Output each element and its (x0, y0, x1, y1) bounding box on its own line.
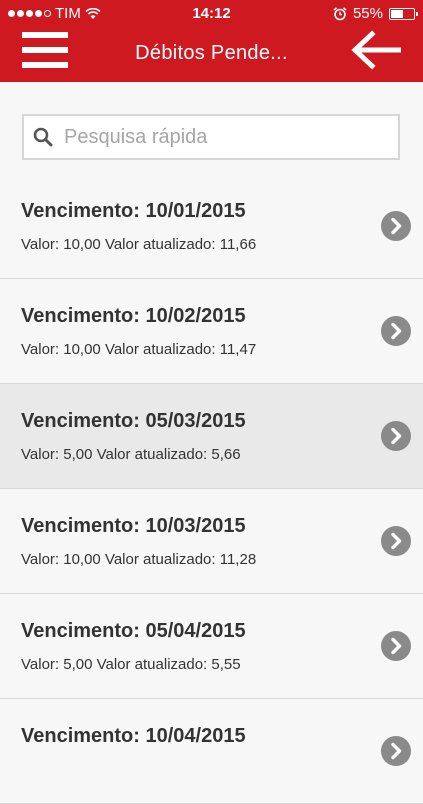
item-values: Valor: 10,00 Valor atualizado: 11,47 (21, 341, 257, 358)
search-input[interactable] (62, 124, 386, 150)
page-title: Débitos Pende... (135, 42, 288, 64)
alarm-clock-icon (333, 6, 347, 20)
chevron-right-icon (381, 421, 411, 451)
chevron-right-icon (381, 526, 411, 556)
status-right: 55% (333, 5, 418, 22)
battery-icon (389, 7, 418, 20)
list-item[interactable]: Vencimento: 10/01/2015 Valor: 10,00 Valo… (0, 174, 423, 279)
chevron-right-icon (381, 631, 411, 661)
item-values: Valor: 10,00 Valor atualizado: 11,28 (21, 551, 257, 568)
item-values: Valor: 10,00 Valor atualizado: 11,66 (21, 236, 257, 253)
chevron-right-icon (381, 316, 411, 346)
item-due-date: Vencimento: 05/04/2015 (21, 620, 246, 642)
chevron-right-icon (381, 736, 411, 766)
arrow-left-icon (351, 30, 402, 70)
menu-button[interactable] (22, 32, 68, 68)
item-due-date: Vencimento: 10/02/2015 (21, 305, 246, 327)
list-item[interactable]: Vencimento: 10/03/2015 Valor: 10,00 Valo… (0, 489, 423, 594)
debts-list: Vencimento: 10/01/2015 Valor: 10,00 Valo… (0, 174, 423, 804)
battery-percent: 55% (352, 5, 383, 22)
app-header: TIM 14:12 55% Débitos Pende... (0, 0, 423, 82)
list-item[interactable]: Vencimento: 05/03/2015 Valor: 5,00 Valor… (0, 384, 423, 489)
item-values: Valor: 5,00 Valor atualizado: 5,55 (21, 656, 241, 673)
item-due-date: Vencimento: 10/03/2015 (21, 515, 246, 537)
item-due-date: Vencimento: 10/01/2015 (21, 200, 246, 222)
search-icon (33, 127, 53, 147)
item-values: Valor: 5,00 Valor atualizado: 5,66 (21, 446, 241, 463)
chevron-right-icon (381, 211, 411, 241)
battery-level (391, 9, 403, 18)
item-due-date: Vencimento: 10/04/2015 (21, 725, 246, 747)
status-bar: TIM 14:12 55% (0, 0, 423, 28)
list-item[interactable]: Vencimento: 10/04/2015 (0, 699, 423, 804)
list-item[interactable]: Vencimento: 05/04/2015 Valor: 5,00 Valor… (0, 594, 423, 699)
back-button[interactable] (351, 30, 402, 70)
item-due-date: Vencimento: 05/03/2015 (21, 410, 246, 432)
search-area (0, 82, 423, 175)
list-item[interactable]: Vencimento: 10/02/2015 Valor: 10,00 Valo… (0, 279, 423, 384)
search-box[interactable] (22, 114, 400, 160)
